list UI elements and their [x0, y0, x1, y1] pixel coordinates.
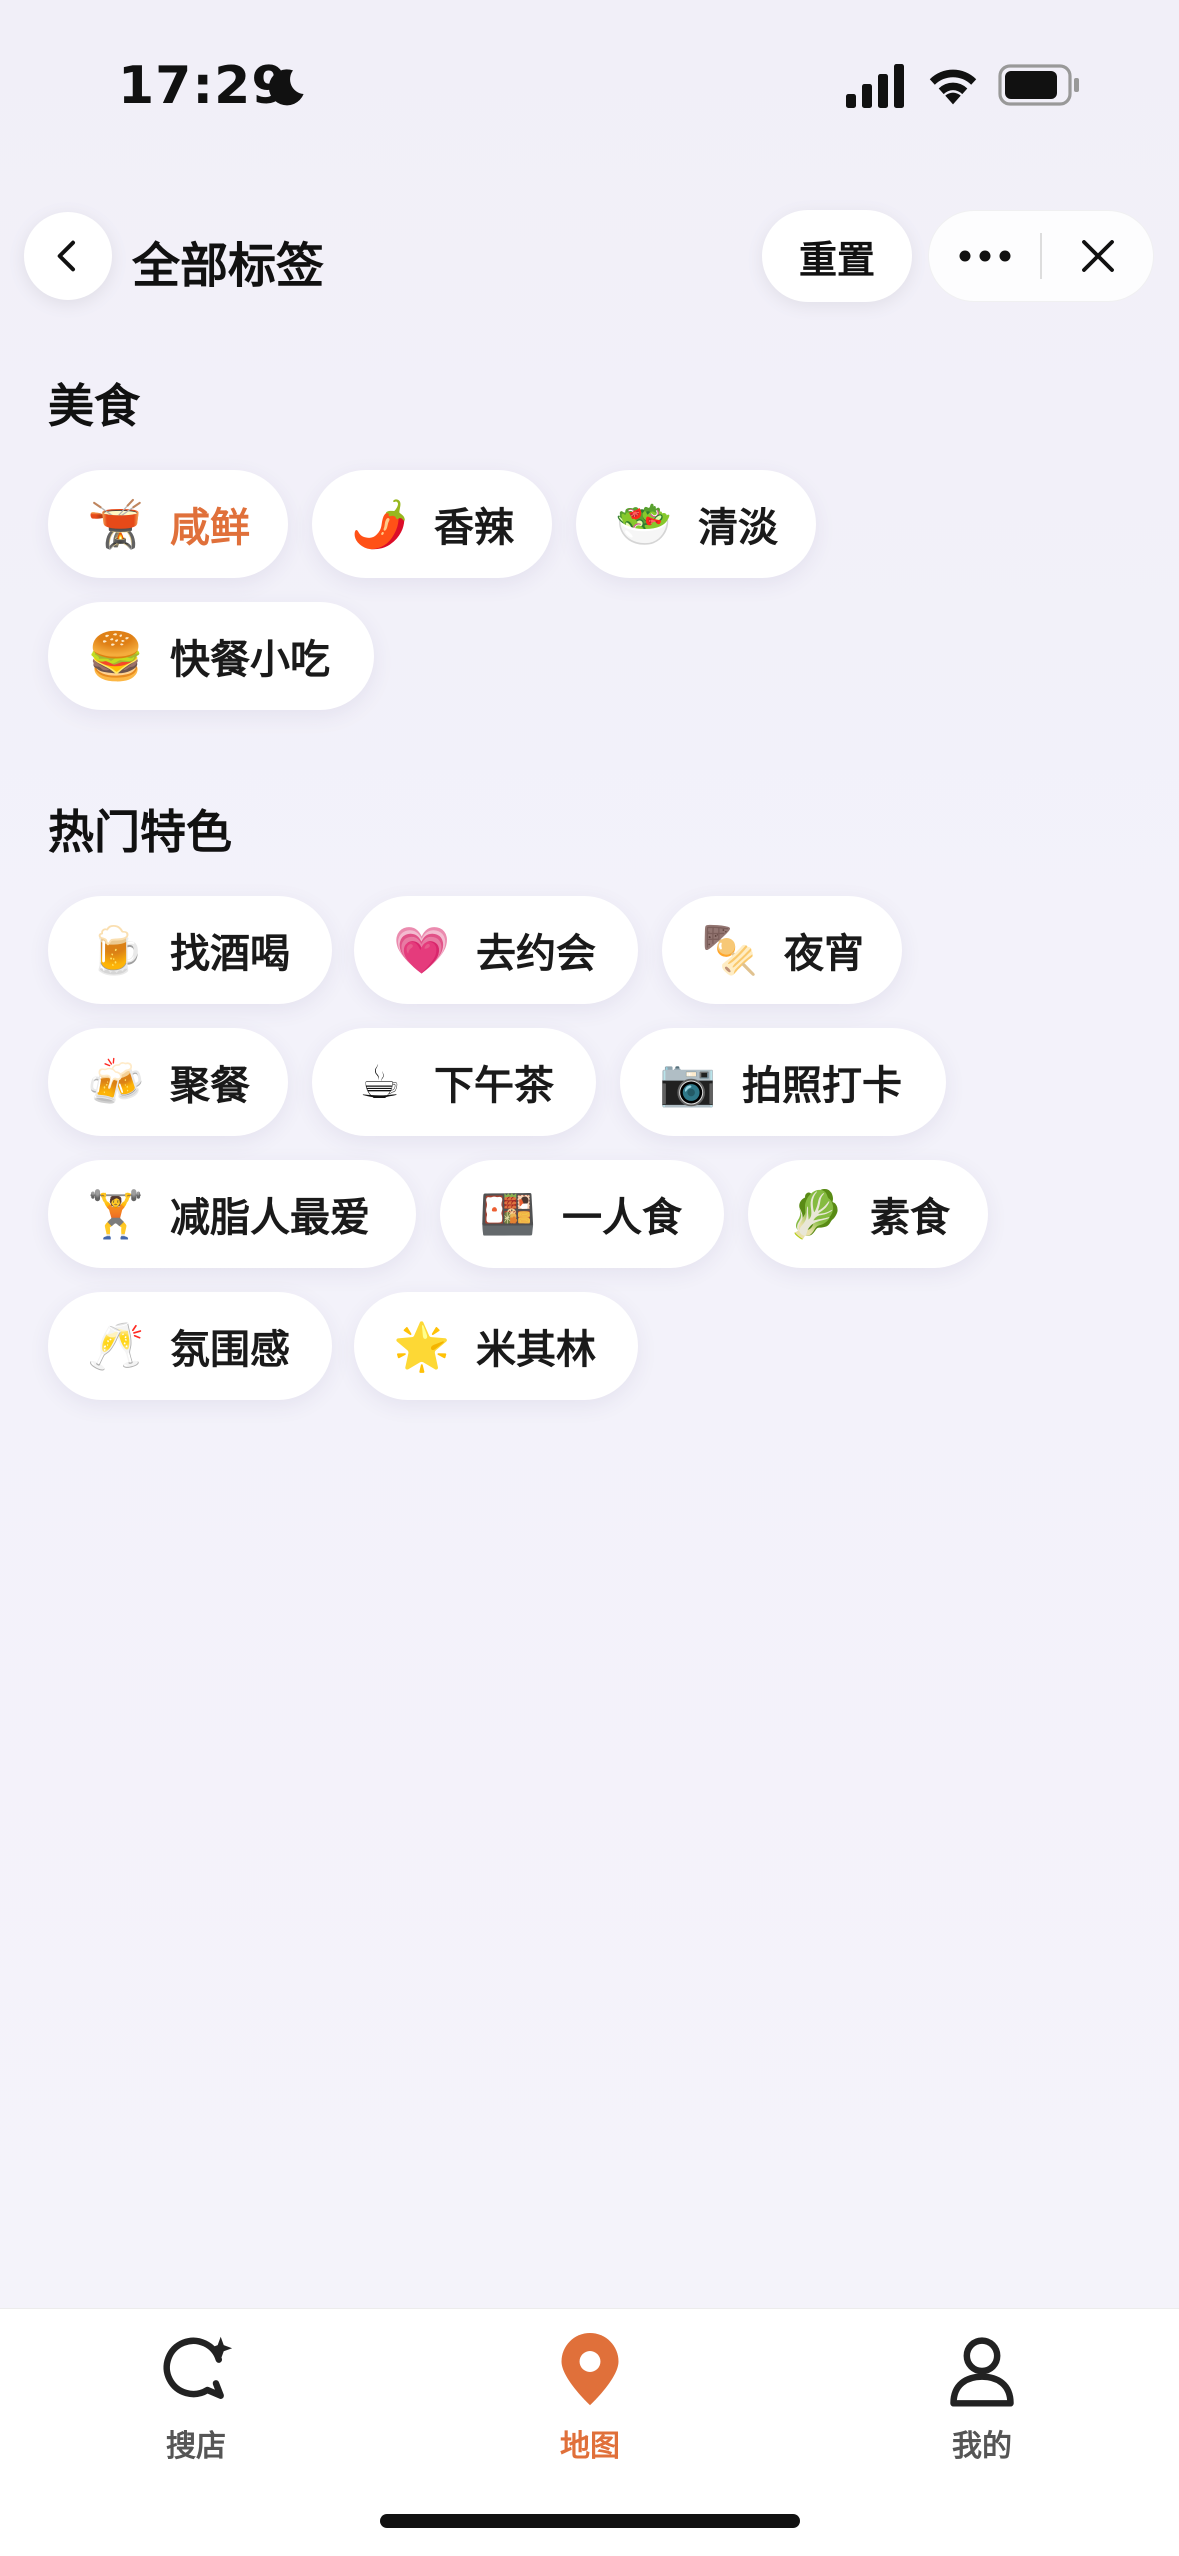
wifi-icon: [929, 69, 977, 105]
map-pin-icon: [561, 2333, 619, 2406]
back-button[interactable]: [24, 212, 112, 300]
tag-label: 咸鲜: [170, 505, 250, 551]
coffee-icon: ☕: [359, 1055, 401, 1109]
close-icon: [1081, 240, 1114, 272]
tag-chip[interactable]: ☕ 下午茶: [312, 1028, 596, 1136]
tag-chip[interactable]: 🥂 氛围感: [48, 1292, 332, 1400]
status-bar: 17:29: [0, 0, 1179, 180]
tag-label: 聚餐: [170, 1063, 250, 1109]
bento-icon: 🍱: [479, 1187, 537, 1241]
chili-icon: 🌶️: [351, 497, 409, 551]
chevron-left-icon: [57, 240, 75, 272]
tag-label: 米其林: [476, 1327, 596, 1373]
signal-icon: [846, 64, 904, 108]
tab-map[interactable]: 地图: [490, 2333, 690, 2465]
tag-label: 拍照打卡: [742, 1063, 902, 1109]
fondue-icon: 🫕: [87, 497, 145, 551]
star-icon: 🌟: [393, 1319, 451, 1373]
battery-icon: [998, 64, 1079, 106]
tag-chip[interactable]: 🍻 聚餐: [48, 1028, 288, 1136]
heart-icon: 💗: [393, 923, 451, 977]
tab-profile[interactable]: 我的: [882, 2333, 1082, 2465]
burger-icon: 🍔: [87, 629, 145, 683]
leafy-green-icon: 🥬: [787, 1187, 845, 1241]
tab-label: 地图: [560, 2429, 620, 2464]
tag-label: 一人食: [562, 1195, 682, 1241]
moon-icon: [268, 69, 304, 106]
section-title-features: 热门特色: [48, 805, 232, 859]
section-title-food: 美食: [48, 379, 140, 433]
tag-chip[interactable]: 🥬 素食: [748, 1160, 988, 1268]
weightlifter-icon: 🏋️: [87, 1187, 145, 1241]
close-button[interactable]: [1042, 210, 1153, 302]
more-button[interactable]: [929, 210, 1040, 302]
tag-chip[interactable]: 🍺 找酒喝: [48, 896, 332, 1004]
salad-icon: 🥗: [615, 497, 673, 551]
home-indicator: [380, 2514, 800, 2528]
beer-icon: 🍺: [87, 923, 145, 977]
skewer-icon: 🍢: [701, 923, 759, 977]
tag-chip[interactable]: 🏋️ 减脂人最爱: [48, 1160, 416, 1268]
tag-label: 香辣: [434, 505, 514, 551]
champagne-icon: 🥂: [87, 1319, 145, 1373]
tag-chip[interactable]: 🍱 一人食: [440, 1160, 724, 1268]
tag-chip[interactable]: 💗 去约会: [354, 896, 638, 1004]
more-dots-icon: [959, 250, 1010, 262]
tag-label: 清淡: [698, 505, 778, 551]
tag-chip[interactable]: 🌟 米其林: [354, 1292, 638, 1400]
tag-chip[interactable]: 🍔 快餐小吃: [48, 602, 374, 710]
tag-label: 夜宵: [784, 931, 864, 977]
tag-label: 素食: [870, 1195, 950, 1241]
tag-chip[interactable]: 🥗 清淡: [576, 470, 816, 578]
tag-label: 减脂人最爱: [170, 1195, 370, 1241]
cheers-beer-icon: 🍻: [87, 1055, 145, 1109]
reset-button[interactable]: 重置: [762, 210, 912, 302]
camera-icon: 📷: [659, 1055, 717, 1109]
tab-label: 搜店: [166, 2429, 226, 2464]
tag-label: 快餐小吃: [170, 637, 330, 683]
miniprogram-capsule: [928, 210, 1154, 302]
tab-label: 我的: [952, 2429, 1012, 2464]
tag-chip[interactable]: 🌶️ 香辣: [312, 470, 552, 578]
tag-chip[interactable]: 🫕 咸鲜: [48, 470, 288, 578]
tab-search-store[interactable]: 搜店: [96, 2333, 296, 2465]
profile-icon: [950, 2337, 1014, 2407]
tag-label: 去约会: [476, 931, 596, 977]
search-store-icon: [163, 2336, 233, 2399]
tag-chip[interactable]: 🍢 夜宵: [662, 896, 902, 1004]
tag-label: 找酒喝: [170, 931, 290, 977]
tag-chip[interactable]: 📷 拍照打卡: [620, 1028, 946, 1136]
tag-label: 氛围感: [170, 1327, 290, 1373]
page-title: 全部标签: [132, 238, 325, 294]
tag-label: 下午茶: [434, 1063, 554, 1109]
